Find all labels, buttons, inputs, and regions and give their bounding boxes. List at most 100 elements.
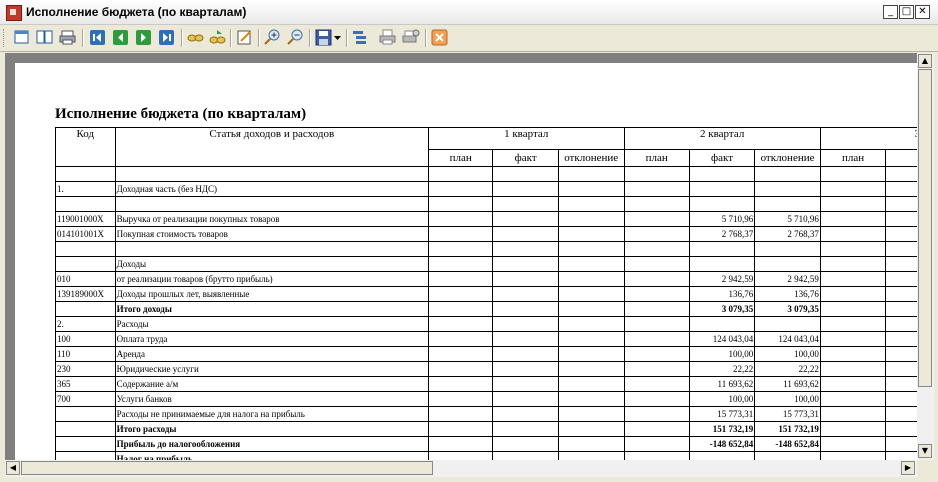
scroll-up-button[interactable]: ▲ <box>918 54 932 68</box>
q1-plan <box>427 376 494 392</box>
q3-plan <box>819 211 887 227</box>
zoom-out-button[interactable] <box>286 28 305 47</box>
row-article: Покупная стоимость товаров <box>114 226 429 242</box>
q3-plan <box>819 436 887 452</box>
q2-fact: 2 942,59 <box>688 271 756 287</box>
edit-button[interactable] <box>235 28 254 47</box>
row-code <box>55 301 116 317</box>
toolbar-separator <box>181 29 183 47</box>
zoom-in-button[interactable] <box>263 28 282 47</box>
q2-deviation: 136,76 <box>754 286 821 302</box>
q1-plan <box>427 316 494 332</box>
q2-fact <box>688 196 756 212</box>
close-button[interactable]: ✕ <box>915 5 930 19</box>
q1-plan <box>427 196 494 212</box>
row-code <box>55 256 116 272</box>
q1-deviation <box>557 196 625 212</box>
header-q1: 1 квартал <box>427 127 625 150</box>
table-row: Доходы <box>55 256 917 272</box>
find-next-button[interactable] <box>208 28 227 47</box>
q2-fact <box>688 316 756 332</box>
q2-deviation: 100,00 <box>754 391 821 407</box>
q2-plan <box>623 196 690 212</box>
q1-deviation <box>557 286 625 302</box>
last-page-button[interactable] <box>157 28 176 47</box>
q3-plan <box>819 346 887 362</box>
q3-plan <box>819 406 887 422</box>
q3-fact <box>885 361 917 377</box>
q2-plan <box>623 316 690 332</box>
q3-fact <box>885 181 917 197</box>
q1-deviation <box>557 181 625 197</box>
table-row: 365 Содержание а/м 11 693,62 11 693,62 <box>55 376 917 392</box>
scroll-left-button[interactable]: ◀ <box>6 461 20 475</box>
q1-deviation <box>557 376 625 392</box>
row-code <box>55 421 116 437</box>
row-code <box>55 451 116 460</box>
q1-deviation <box>557 271 625 287</box>
previous-page-button[interactable] <box>111 28 130 47</box>
vertical-scroll-thumb[interactable] <box>918 69 932 387</box>
save-dropdown-button[interactable] <box>333 28 342 47</box>
scroll-down-button[interactable]: ▼ <box>918 444 932 458</box>
q3-plan <box>819 256 887 272</box>
q2-plan <box>623 271 690 287</box>
minimize-button[interactable]: _ <box>883 5 898 19</box>
q1-fact <box>492 181 559 197</box>
q3-fact <box>885 391 917 407</box>
q2-plan <box>623 211 690 227</box>
scroll-right-button[interactable]: ▶ <box>901 461 915 475</box>
q2-fact <box>688 256 756 272</box>
q3-fact <box>885 196 917 212</box>
table-row <box>55 196 917 212</box>
next-page-button[interactable] <box>134 28 153 47</box>
table-row: 230 Юридические услуги 22,22 22,22 <box>55 361 917 377</box>
print-setup-button[interactable] <box>401 28 420 47</box>
table-row <box>55 241 917 257</box>
outline-icon <box>353 31 366 44</box>
q2-deviation: 5 710,96 <box>754 211 821 227</box>
q1-plan <box>427 391 494 407</box>
close-preview-button[interactable] <box>430 28 449 47</box>
q3-plan <box>819 286 887 302</box>
save-button[interactable] <box>314 28 333 47</box>
toolbar-separator <box>309 29 311 47</box>
q2-deviation <box>754 241 821 257</box>
page-view-button[interactable] <box>12 28 31 47</box>
first-page-button[interactable] <box>88 28 107 47</box>
print-button[interactable] <box>378 28 397 47</box>
q1-plan <box>427 301 494 317</box>
table-row: 119001000X Выручка от реализации покупных… <box>55 211 917 227</box>
toolbar-grip[interactable] <box>3 29 7 47</box>
q1-deviation <box>557 391 625 407</box>
title-bar[interactable]: Исполнение бюджета (по кварталам) _ □ ✕ <box>0 0 938 25</box>
q3-plan <box>819 361 887 377</box>
vertical-scrollbar[interactable]: ▲ ▼ <box>917 53 934 460</box>
row-article: Доходы <box>114 256 429 272</box>
row-code: 119001000X <box>55 211 116 227</box>
preview-viewport[interactable]: Исполнение бюджета (по кварталам) Код Ст… <box>5 53 917 460</box>
q2-deviation <box>754 256 821 272</box>
q1-plan <box>427 256 494 272</box>
q1-fact <box>492 271 559 287</box>
q1-plan <box>427 406 494 422</box>
print-preview-button[interactable] <box>58 28 77 47</box>
q2-plan <box>623 421 690 437</box>
find-icon <box>187 34 204 42</box>
q1-plan <box>427 241 494 257</box>
row-article: Расходы не принимаемые для налога на при… <box>114 406 429 422</box>
outline-button[interactable] <box>351 28 370 47</box>
row-code <box>55 166 116 182</box>
q2-plan <box>623 406 690 422</box>
previous-page-icon <box>113 30 128 45</box>
find-button[interactable] <box>186 28 205 47</box>
horizontal-scroll-thumb[interactable] <box>21 461 433 475</box>
toolbar-separator <box>258 29 260 47</box>
header-deviation: отклонение <box>557 149 625 167</box>
horizontal-scrollbar[interactable]: ◀ ▶ <box>5 460 917 477</box>
q3-fact <box>885 316 917 332</box>
q1-fact <box>492 361 559 377</box>
q3-fact <box>885 166 917 182</box>
maximize-button[interactable]: □ <box>899 5 914 19</box>
two-page-view-button[interactable] <box>35 28 54 47</box>
